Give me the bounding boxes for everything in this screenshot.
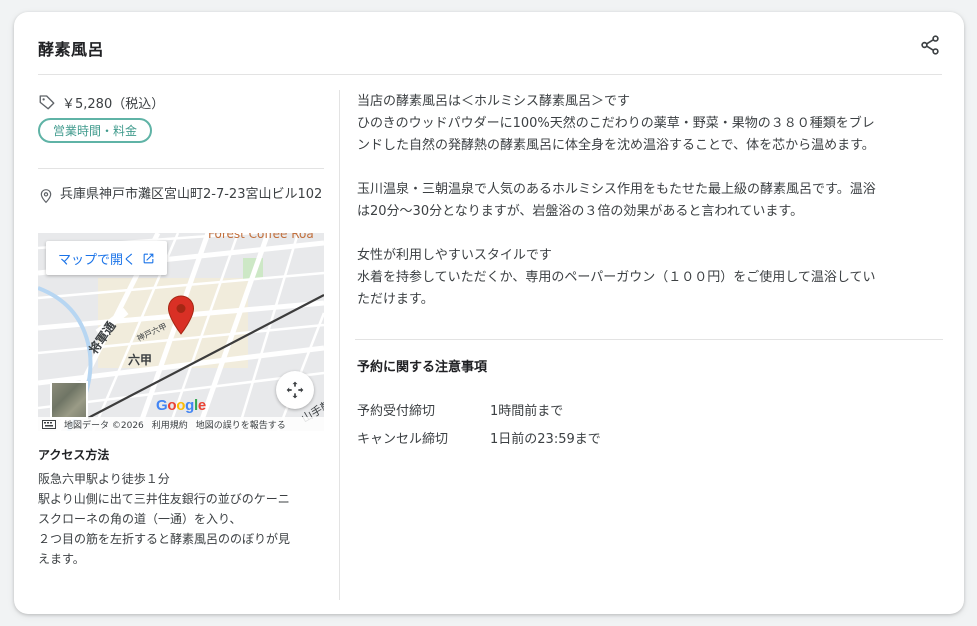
price-text: ￥5,280（税込） <box>62 96 165 112</box>
location-pin-icon <box>40 189 52 204</box>
google-logo: Google <box>156 397 206 414</box>
terms-link[interactable]: 利用規約 <box>152 418 188 431</box>
map[interactable]: Forest Coffee Roa 将軍通 六甲 神戸六甲 山手幹 マップで開く… <box>38 233 324 431</box>
header-divider <box>38 74 942 75</box>
left-divider <box>38 168 324 169</box>
map-label-station: 六甲 <box>128 353 153 367</box>
notice-value: 1時間前まで <box>490 404 564 419</box>
satellite-toggle[interactable] <box>50 381 88 419</box>
description-line: 女性が利用しやすいスタイルです <box>357 248 552 263</box>
description-paragraph: 玉川温泉・三朝温泉で人気のあるホルミシス作用をもたせた最上級の酵素風呂です。温浴… <box>357 179 937 223</box>
keyboard-icon[interactable] <box>42 419 56 429</box>
hours-pricing-button[interactable]: 営業時間・料金 <box>38 118 153 143</box>
description-line: 玉川温泉・三朝温泉で人気のあるホルミシス作用をもたせた最上級の酵素風呂です。温浴 <box>357 182 876 197</box>
access-body: 阪急六甲駅より徒歩１分 駅より山側に出て三井住友銀行の並びのケーニ スクローネの… <box>38 469 328 569</box>
address-text: 兵庫県神戸市灘区宮山町2-7-23宮山ビル102 <box>60 187 323 202</box>
access-line: 阪急六甲駅より徒歩１分 <box>38 472 170 486</box>
right-divider <box>355 339 943 340</box>
map-label-cafe: Forest Coffee Roa <box>208 233 314 241</box>
access-line: スクローネの角の道（一通）を入り、 <box>38 512 242 526</box>
fullscreen-icon <box>286 381 304 399</box>
description-line: は20分〜30分となりますが、岩盤浴の３倍の効果があると言われています。 <box>357 204 804 219</box>
notice-value: 1日前の23:59まで <box>490 432 601 447</box>
page-title: 酵素風呂 <box>38 40 105 59</box>
description-paragraph: 当店の酵素風呂は＜ホルミシス酵素風呂＞です ひのきのウッドパウダーに100%天然… <box>357 91 937 157</box>
description-line: 当店の酵素風呂は＜ホルミシス酵素風呂＞です <box>357 94 631 109</box>
open-in-maps-label: マップで開く <box>58 252 137 268</box>
price-row: ￥5,280（税込） <box>38 92 164 112</box>
access-line: ２つ目の筋を左折すると酵素風呂ののぼりが見 <box>38 532 291 546</box>
description: 当店の酵素風呂は＜ホルミシス酵素風呂＞です ひのきのウッドパウダーに100%天然… <box>357 91 937 333</box>
open-in-maps-button[interactable]: マップで開く <box>46 241 168 275</box>
column-divider <box>339 90 340 600</box>
store-info-card: 酵素風呂 ￥5,280（税込） 営業時間・料金 兵庫県神戸市灘区宮山町2-7-2… <box>14 12 964 614</box>
price-tag-icon <box>39 95 55 110</box>
notice-title: 予約に関する注意事項 <box>357 360 488 375</box>
map-attribution: 地図データ ©2026 利用規約 地図の誤りを報告する <box>38 417 324 431</box>
map-data-credit[interactable]: 地図データ ©2026 <box>64 418 144 431</box>
description-line: ただけます。 <box>357 292 434 307</box>
map-marker-icon[interactable] <box>167 295 195 335</box>
fullscreen-button[interactable] <box>276 371 314 409</box>
notice-key: キャンセル締切 <box>357 432 449 447</box>
address-row: 兵庫県神戸市灘区宮山町2-7-23宮山ビル102 <box>38 184 324 206</box>
share-icon[interactable] <box>919 34 941 56</box>
description-line: ンドした自然の発酵熱の酵素風呂に体全身を沈め温浴することで、体を芯から温めます。 <box>357 138 875 153</box>
access-line: えます。 <box>38 552 85 566</box>
description-line: 水着を持参していただくか、専用のペーパーガウン（１００円）をご使用して温浴してい <box>357 270 876 285</box>
notice-key: 予約受付締切 <box>357 404 436 419</box>
description-line: ひのきのウッドパウダーに100%天然のこだわりの薬草・野菜・果物の３８０種類をブ… <box>357 116 875 131</box>
external-link-icon <box>143 253 154 263</box>
description-paragraph: 女性が利用しやすいスタイルです 水着を持参していただくか、専用のペーパーガウン（… <box>357 245 937 311</box>
report-error-link[interactable]: 地図の誤りを報告する <box>196 418 286 431</box>
access-title: アクセス方法 <box>38 448 110 462</box>
access-line: 駅より山側に出て三井住友銀行の並びのケーニ <box>38 492 290 506</box>
